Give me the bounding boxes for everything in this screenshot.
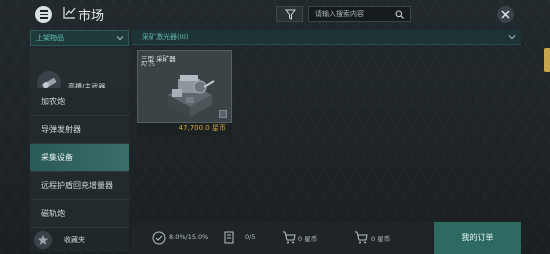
filter-icon: [284, 9, 297, 20]
menu-icon[interactable]: [35, 6, 52, 23]
chart-icon: [63, 7, 76, 19]
buy-value: 0 星币: [371, 235, 391, 243]
item-price: 47,700.0 星币: [137, 123, 232, 135]
item-card[interactable]: 三型 采矿器 A/ /S: [137, 50, 232, 123]
sidebar-item-label: 远程护盾回充增量器: [41, 181, 113, 190]
category-label: 采矿激光器(III): [142, 33, 189, 41]
category-dropdown[interactable]: 采矿激光器(III): [132, 30, 521, 45]
sidebar-item-label: 加农炮: [41, 97, 65, 106]
star-icon: [34, 231, 52, 249]
category-sidebar: 上架物品 高槽/主武器 加农炮 导弹发射器 采集设备 远程护盾回充增量器 磁轨炮: [30, 30, 129, 228]
listed-items-dropdown[interactable]: 上架物品: [30, 30, 129, 46]
sidebar-item-mining-equipment[interactable]: 采集设备: [30, 144, 129, 172]
sidebar-item-remote-shield-booster[interactable]: 远程护盾回充增量器: [30, 172, 129, 200]
my-orders-label: 我的订单: [461, 233, 494, 242]
sidebar-item-label: 采集设备: [41, 153, 73, 162]
item-subtitle: A/ /S: [141, 61, 155, 68]
listed-items-label: 上架物品: [36, 34, 64, 42]
orders-icon: [224, 231, 234, 244]
orders-count: 0/5: [245, 233, 256, 241]
search-input[interactable]: 请输入搜索内容: [308, 6, 411, 22]
search-icon[interactable]: [395, 10, 404, 19]
item-listing-panel: 采矿激光器(III) 三型 采矿器 A/ /S 47,700.0 星币: [132, 30, 521, 222]
mining-laser-icon: [168, 75, 215, 117]
chevron-down-icon: [508, 35, 516, 40]
chevron-down-icon: [116, 36, 124, 41]
status-bar: 8.0%/15.0% 0/5 0 星币 0 星币: [131, 222, 433, 254]
favorites-label: 收藏夹: [64, 236, 85, 244]
sidebar-item-label: 导弹发射器: [41, 125, 81, 134]
sell-value: 0 星币: [298, 235, 318, 243]
sidebar-item-cannon[interactable]: 加农炮: [30, 88, 129, 116]
filter-button[interactable]: [276, 6, 303, 22]
top-bar: 市场 请输入搜索内容: [0, 0, 550, 28]
my-orders-button[interactable]: 我的订单: [434, 222, 521, 254]
favorites-button[interactable]: 收藏夹: [30, 228, 129, 252]
close-icon: [501, 10, 510, 19]
sidebar-item-railgun[interactable]: 磁轨炮: [30, 200, 129, 228]
side-pull-tab[interactable]: [544, 48, 550, 72]
search-placeholder: 请输入搜索内容: [315, 10, 364, 18]
close-button[interactable]: [497, 6, 514, 23]
cart-icon: [355, 231, 368, 244]
tax-rate: 8.0%/15.0%: [169, 233, 209, 241]
sidebar-item-label: 磁轨炮: [41, 209, 65, 218]
page-title: 市场: [78, 8, 105, 23]
tax-icon: [152, 231, 166, 245]
cart-icon: [283, 231, 296, 244]
sidebar-item-missile-launcher[interactable]: 导弹发射器: [30, 116, 129, 144]
item-info-badge[interactable]: [219, 110, 227, 118]
